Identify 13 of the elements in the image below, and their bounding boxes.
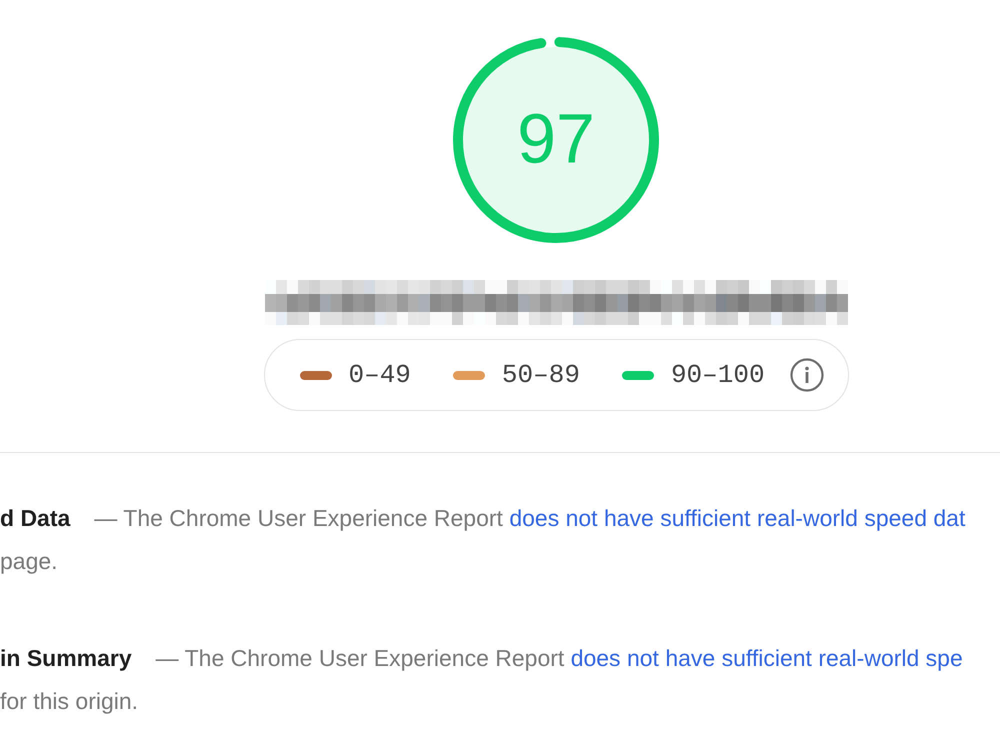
section-description-continuation: for this origin. (0, 687, 138, 716)
report-link[interactable]: does not have sufficient real-world spe (570, 645, 963, 671)
section-description: — The Chrome User Experience Report does not have sufficient real-world speed dat (94, 504, 966, 533)
section-title: in Summary (0, 644, 132, 673)
range-label: 0–49 (348, 360, 411, 390)
info-icon[interactable] (790, 358, 824, 392)
section-description: — The Chrome User Experience Report does not have sufficient real-world spe (156, 644, 963, 673)
report-link[interactable]: does not have sufficient real-world speed dat (509, 505, 966, 531)
range-label: 50–89 (502, 360, 580, 390)
section-description-continuation: page. (0, 547, 58, 576)
range-label: 90–100 (670, 360, 765, 390)
section-title: d Data (0, 504, 70, 533)
score-value: 97 (517, 104, 595, 174)
